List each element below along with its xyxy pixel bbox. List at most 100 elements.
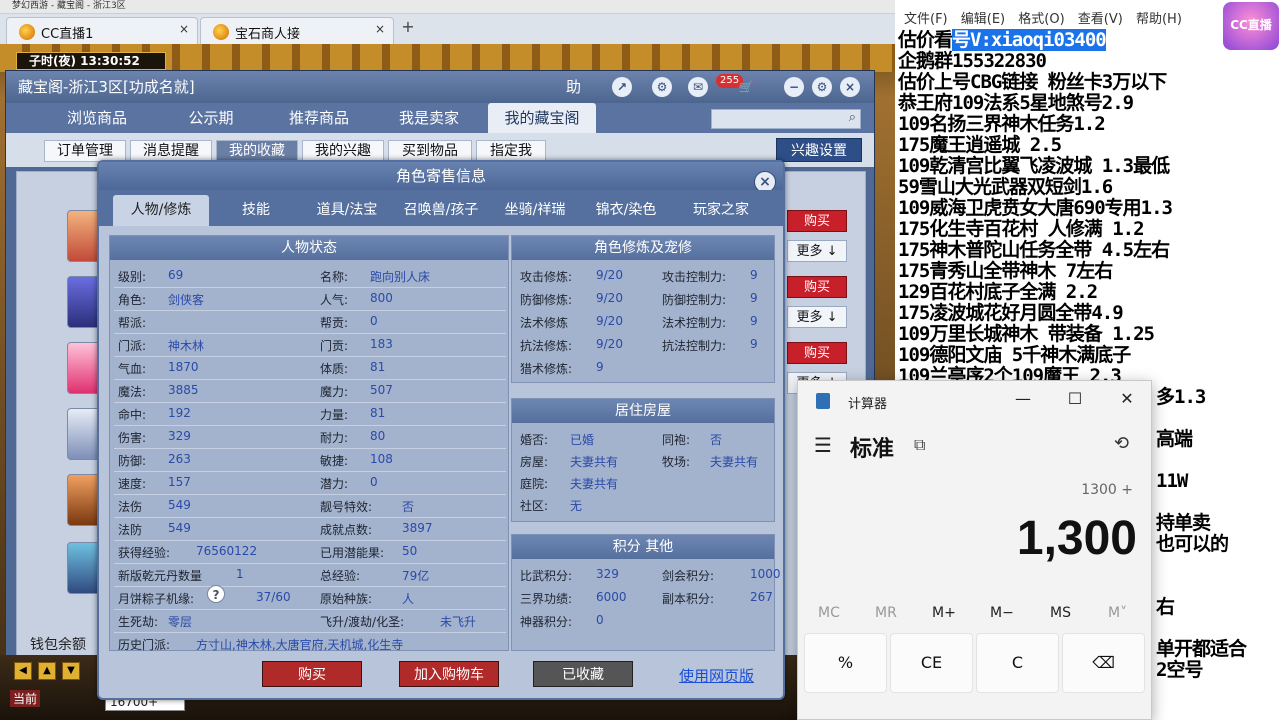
menu-view[interactable]: 查看(V) — [1078, 12, 1123, 27]
tab-notices[interactable]: 消息提醒 — [130, 140, 212, 162]
score-value: 267 — [750, 590, 773, 604]
message-icon[interactable]: ✉ — [688, 77, 708, 97]
memory-add-button[interactable]: M+ — [932, 605, 956, 621]
clear-entry-key[interactable]: CE — [890, 633, 973, 693]
help-icon[interactable]: ? — [207, 585, 225, 603]
dialog-tabs: 人物/修炼 技能 道具/法宝 召唤兽/孩子 坐骑/祥瑞 锦衣/染色 玩家之家 — [99, 190, 783, 226]
line-text: 175神木普陀山任务全带 4.5左右 — [898, 239, 1170, 261]
memory-list-button[interactable]: M˅ — [1108, 605, 1127, 621]
tab-character[interactable]: 人物/修炼 — [113, 195, 209, 226]
tab-home[interactable]: 玩家之家 — [673, 195, 769, 226]
percent-key[interactable]: % — [804, 633, 887, 693]
tab-browse[interactable]: 浏览商品 — [42, 103, 152, 133]
menu-edit[interactable]: 编辑(E) — [961, 12, 1005, 27]
stat-label: 潜力: — [320, 477, 349, 491]
tab-outfits[interactable]: 锦衣/染色 — [581, 195, 671, 226]
buy-button[interactable]: 购买 — [787, 276, 847, 298]
tab-orders[interactable]: 订单管理 — [44, 140, 126, 162]
menu-file[interactable]: 文件(F) — [904, 12, 948, 27]
memory-subtract-button[interactable]: M− — [990, 605, 1014, 621]
row-divider — [114, 379, 506, 380]
stat-label: 靓号特效: — [320, 500, 373, 514]
row-divider — [114, 494, 506, 495]
browser-tab-gem-merchant[interactable]: 宝石商人接 × — [200, 17, 394, 44]
line-tail-text: 右 — [1156, 596, 1175, 618]
game-favicon-icon — [213, 24, 229, 40]
tab-seller[interactable]: 我是卖家 — [374, 103, 484, 133]
history-icon[interactable]: ⟲ — [1114, 433, 1129, 454]
line-text: 175青秀山全带神木 7左右 — [898, 260, 1113, 282]
tab-mounts[interactable]: 坐骑/祥瑞 — [491, 195, 579, 226]
minimize-icon[interactable]: − — [784, 77, 804, 97]
status-section: 人物状态 级别: 69 角色: 剑侠客 帮派: 门派: 神木林 气血: 1870 魔法: 3885 命… — [109, 235, 509, 652]
house-label: 庭院: — [520, 477, 549, 491]
row-divider — [114, 471, 506, 472]
arrow-up-icon[interactable]: ▲ — [38, 662, 56, 680]
tab-my-cbg[interactable]: 我的藏宝阁 — [488, 103, 596, 133]
tab-favorites[interactable]: 我的收藏 — [216, 140, 298, 162]
memory-clear-button[interactable]: MC — [818, 605, 840, 621]
browser-tab-cc-live[interactable]: CC直播1 × — [6, 17, 198, 44]
stat-value: 157 — [168, 475, 191, 489]
keep-on-top-icon[interactable]: ⧉ — [914, 435, 925, 455]
menu-help[interactable]: 帮助(H) — [1136, 12, 1182, 27]
collected-button[interactable]: 已收藏 — [533, 661, 633, 687]
channel-current[interactable]: 当前 — [10, 690, 41, 707]
tab-assigned[interactable]: 指定我 — [476, 140, 546, 162]
web-version-link[interactable]: 使用网页版 — [679, 665, 754, 686]
settings-icon[interactable]: ⚙ — [652, 77, 672, 97]
line-tail-text: 单开都适合 — [1156, 638, 1247, 660]
search-input[interactable]: ⌕ — [711, 109, 861, 129]
row-divider — [114, 287, 506, 288]
stat-value: 69 — [168, 268, 184, 282]
buy-button[interactable]: 购买 — [787, 342, 847, 364]
cart-icon[interactable]: 🛒 — [736, 77, 756, 97]
tab-public[interactable]: 公示期 — [156, 103, 266, 133]
close-tab-icon[interactable]: × — [375, 22, 385, 36]
search-icon[interactable]: ⌕ — [849, 110, 856, 125]
gear-icon[interactable]: ⚙ — [812, 77, 832, 97]
stat-value: 0 — [370, 475, 378, 489]
tab-items[interactable]: 道具/法宝 — [305, 195, 389, 226]
score-label: 比武积分: — [520, 569, 573, 583]
menu-format[interactable]: 格式(O) — [1018, 12, 1064, 27]
notepad-line: 109威海卫虎贲女大唐690专用1.3 — [898, 198, 1173, 219]
more-button[interactable]: 更多 ↓ — [787, 306, 847, 328]
backspace-key[interactable]: ⌫ — [1062, 633, 1145, 693]
stat-value: 1870 — [168, 360, 199, 374]
dialog-title: 角色寄售信息 — [99, 162, 783, 190]
add-to-cart-button[interactable]: 加入购物车 — [399, 661, 499, 687]
new-tab-button[interactable]: + — [398, 18, 418, 38]
interest-settings-button[interactable]: 兴趣设置 — [776, 138, 862, 162]
minimize-button[interactable]: — — [1008, 389, 1038, 409]
calculator-display: 1,300 — [1016, 512, 1137, 565]
tab-skills[interactable]: 技能 — [211, 195, 301, 226]
help-label[interactable]: 助 — [566, 71, 581, 103]
arrow-down-icon[interactable]: ▼ — [62, 662, 80, 680]
close-tab-icon[interactable]: × — [179, 22, 189, 36]
tab-pets[interactable]: 召唤兽/孩子 — [393, 195, 489, 226]
tab-interests[interactable]: 我的兴趣 — [302, 140, 384, 162]
stat-label: 新版乾元丹数量 — [118, 569, 203, 583]
more-button[interactable]: 更多 ↓ — [787, 240, 847, 262]
hamburger-menu-icon[interactable]: ☰ — [814, 433, 832, 457]
memory-recall-button[interactable]: MR — [875, 605, 897, 621]
buy-button[interactable]: 购买 — [262, 661, 362, 687]
stat-value: 神木林 — [168, 339, 205, 353]
house-label: 牧场: — [662, 455, 691, 469]
tab-bought[interactable]: 买到物品 — [388, 140, 472, 162]
clear-key[interactable]: C — [976, 633, 1059, 693]
close-icon[interactable]: × — [840, 77, 860, 97]
close-button[interactable]: ✕ — [1112, 389, 1142, 409]
score-label: 副本积分: — [662, 592, 715, 606]
memory-store-button[interactable]: MS — [1050, 605, 1071, 621]
house-value: 已婚 — [570, 433, 595, 447]
buy-button[interactable]: 购买 — [787, 210, 847, 232]
cultivation-value: 9 — [596, 360, 604, 374]
tab-recommend[interactable]: 推荐商品 — [264, 103, 374, 133]
arrow-left-icon[interactable]: ◀ — [14, 662, 32, 680]
cultivation-value: 9 — [750, 291, 758, 305]
share-icon[interactable]: ↗ — [612, 77, 632, 97]
maximize-button[interactable]: ☐ — [1060, 389, 1090, 409]
score-label: 剑会积分: — [662, 569, 715, 583]
